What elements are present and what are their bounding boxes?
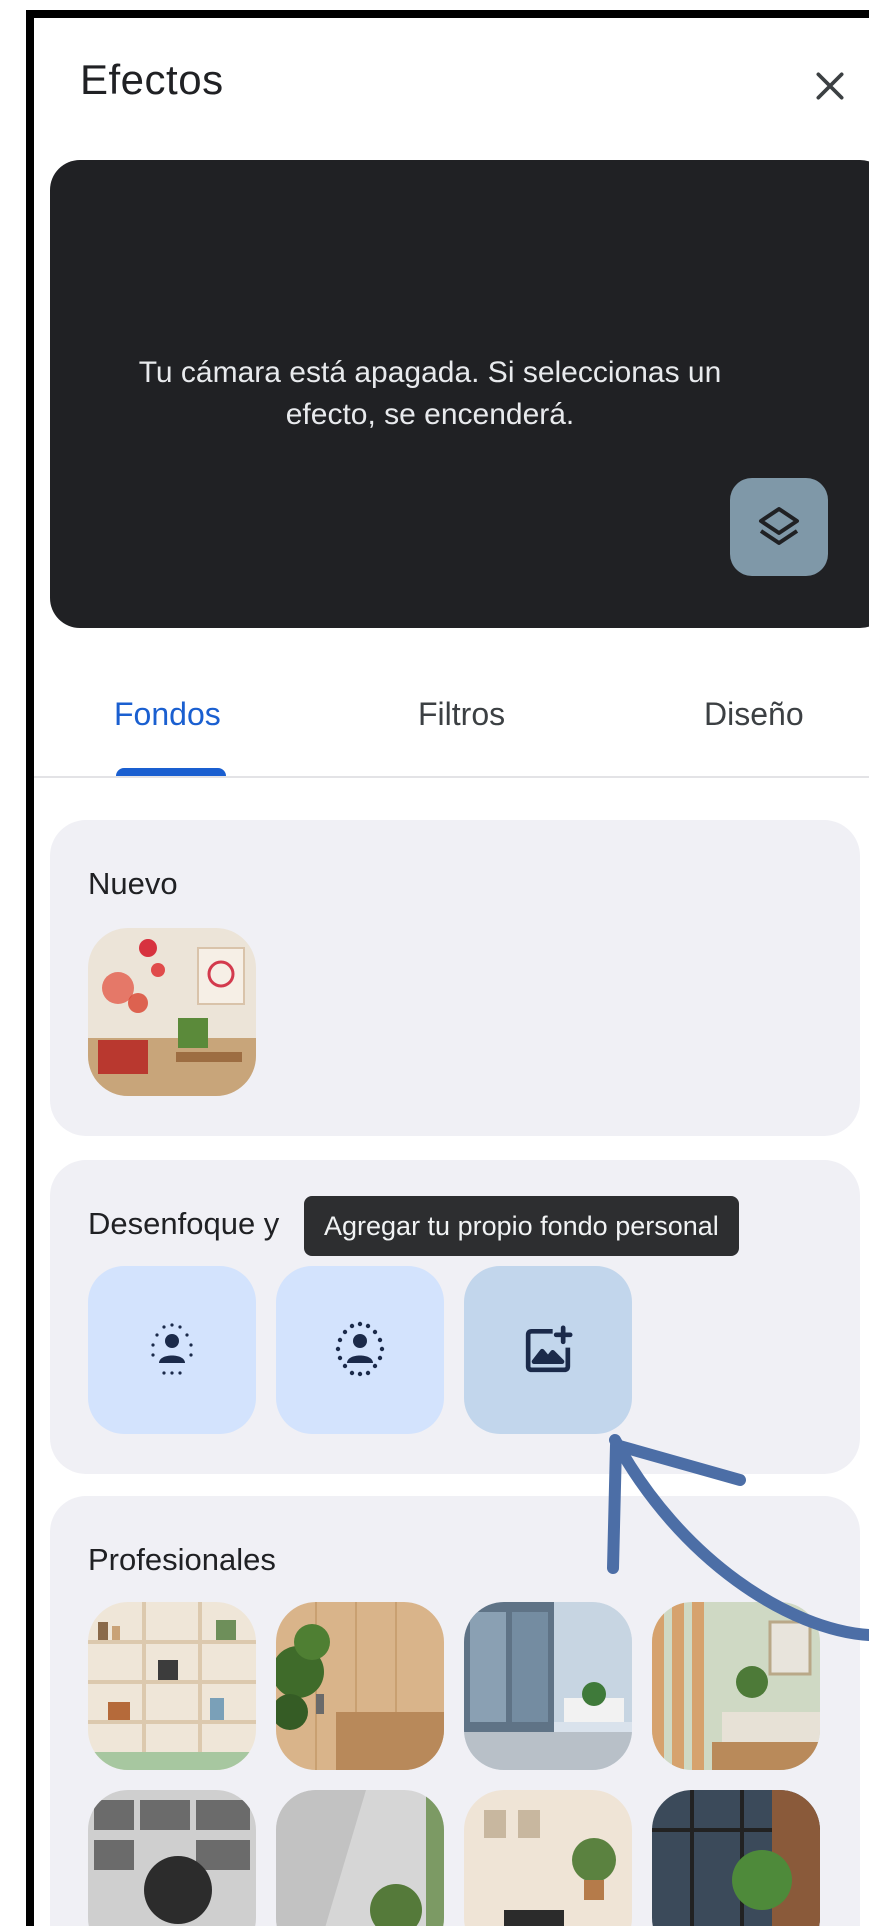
annotation-arrow [607,1434,869,1641]
effects-screen: Efectos Tu cámara está apagada. Si selec… [0,0,869,1926]
